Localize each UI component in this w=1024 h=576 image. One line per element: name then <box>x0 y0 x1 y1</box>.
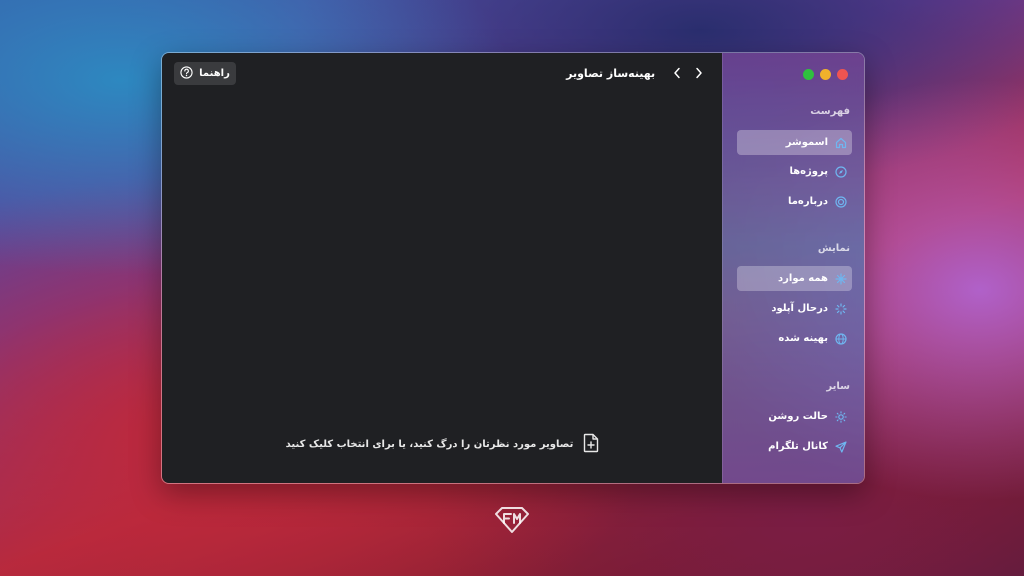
sidebar-item-projects[interactable]: پروژه‌ها <box>737 159 852 184</box>
home-icon <box>834 136 848 150</box>
help-label: راهنما <box>199 68 230 79</box>
loader-icon <box>834 302 848 316</box>
chevron-right-icon <box>694 64 704 83</box>
window-controls <box>803 69 848 80</box>
app-window: راهنما بهینه‌ساز تصاویر <box>161 52 865 484</box>
forward-button[interactable] <box>692 65 706 81</box>
sidebar-item-label: درباره‌ما <box>787 196 828 207</box>
minimize-button[interactable] <box>820 69 831 80</box>
main-pane: راهنما بهینه‌ساز تصاویر <box>162 53 723 483</box>
section-title-other: سایر <box>826 381 850 392</box>
page-title: بهینه‌ساز تصاویر <box>566 67 656 80</box>
dropzone-text: تصاویر مورد نظرتان را درگ کنید، یا برای … <box>285 439 574 450</box>
sidebar-item-label: درحال آپلود <box>771 303 828 314</box>
sidebar: فهرست اسموشر پروژه‌ها درباره‌ما نمایش <box>722 53 864 483</box>
brand-logo-icon <box>492 505 532 535</box>
sun-icon <box>834 410 848 424</box>
sidebar-item-label: حالت روشن <box>768 411 828 422</box>
section-title-list: فهرست <box>810 106 850 117</box>
sidebar-item-telegram[interactable]: کانال تلگرام <box>737 434 852 459</box>
send-icon <box>834 440 848 454</box>
sidebar-item-label: اسموشر <box>785 137 828 148</box>
grid-icon <box>834 272 848 286</box>
help-button[interactable]: راهنما <box>174 62 236 85</box>
file-plus-icon <box>583 433 599 456</box>
sidebar-item-uploading[interactable]: درحال آپلود <box>737 296 852 321</box>
back-button[interactable] <box>670 65 684 81</box>
sidebar-item-label: پروژه‌ها <box>789 166 828 177</box>
sidebar-item-light-mode[interactable]: حالت روشن <box>737 404 852 429</box>
sidebar-item-all[interactable]: همه موارد <box>737 266 852 291</box>
globe-icon <box>834 332 848 346</box>
compass-icon <box>834 165 848 179</box>
sidebar-item-optimized[interactable]: بهینه شده <box>737 326 852 351</box>
chevron-left-icon <box>672 64 682 83</box>
image-dropzone[interactable]: تصاویر مورد نظرتان را درگ کنید، یا برای … <box>162 433 723 456</box>
section-title-display: نمایش <box>817 243 850 254</box>
sidebar-item-label: کانال تلگرام <box>768 441 828 452</box>
sidebar-item-smoosher[interactable]: اسموشر <box>737 130 852 155</box>
target-icon <box>834 195 848 209</box>
close-button[interactable] <box>837 69 848 80</box>
sidebar-item-about[interactable]: درباره‌ما <box>737 189 852 214</box>
question-circle-icon <box>180 65 193 82</box>
sidebar-item-label: بهینه شده <box>778 333 828 344</box>
sidebar-item-label: همه موارد <box>778 273 828 284</box>
zoom-button[interactable] <box>803 69 814 80</box>
